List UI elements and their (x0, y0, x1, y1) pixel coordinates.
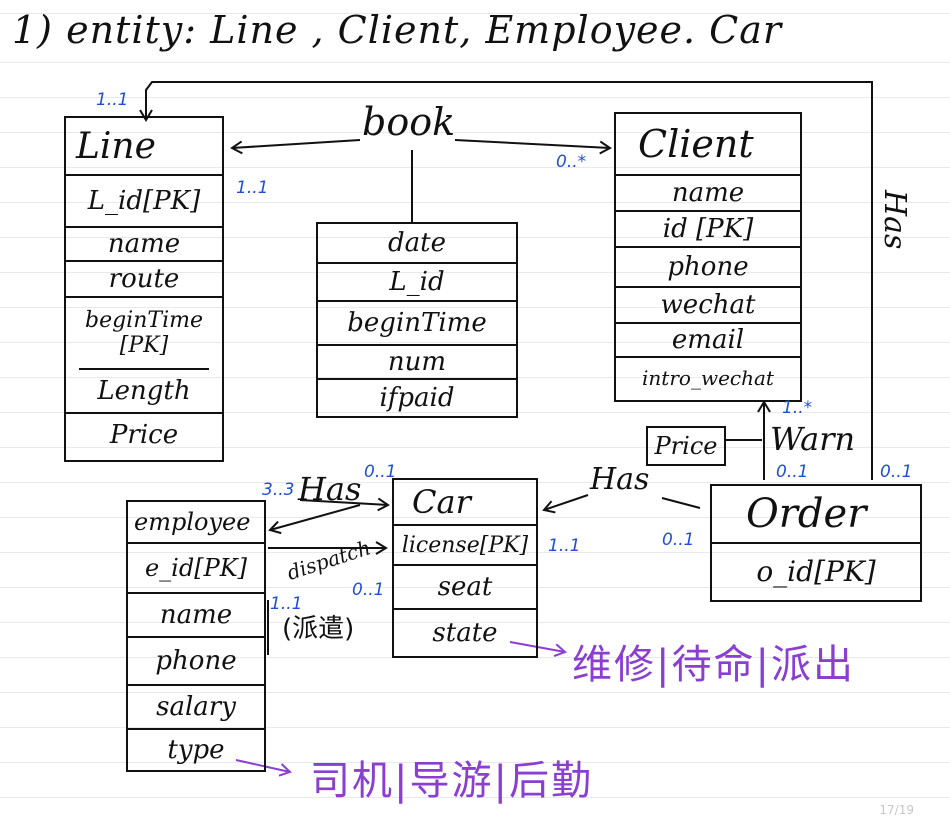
book-attr-lid: L_id (318, 264, 516, 302)
card-emp-has-car: 3..3 (262, 480, 295, 500)
client-attr-phone: phone (616, 248, 800, 288)
type-note: 司机|导游|后勤 (310, 758, 593, 804)
card-car-has-emp: 0..1 (364, 462, 397, 482)
line-attr-begintime: beginTime [PK] (79, 298, 209, 370)
book-attr-ifpaid: ifpaid (379, 383, 455, 413)
relationship-book-attributes: date L_id beginTime num ifpaid (316, 222, 518, 418)
card-emp-dispatch: 1..1 (270, 594, 303, 614)
relationship-book-label: book (362, 100, 456, 144)
employee-attr-phone: phone (128, 638, 264, 686)
card-client-warn: 1..* (782, 398, 813, 418)
client-attr-name: name (616, 176, 800, 212)
entity-client-title: Client (616, 114, 800, 176)
entity-car-title: Car (394, 480, 536, 526)
card-car-has-order: 1..1 (548, 536, 581, 556)
card-car-dispatch: 0..1 (352, 580, 385, 600)
entity-line-title: Line (66, 118, 222, 176)
order-attr-oid: o_id[PK] (756, 555, 876, 588)
card-line-book: 1..1 (236, 178, 269, 198)
line-attr-length: Length (66, 370, 222, 414)
client-attr-intro-wechat: intro_wechat (642, 366, 774, 390)
entity-employee-title: employee (128, 502, 264, 544)
entity-order-title: Order (712, 486, 920, 544)
warn-price-box: Price (646, 426, 726, 466)
entity-employee: employee e_id[PK] name phone salary type (126, 500, 266, 772)
car-attr-seat: seat (394, 566, 536, 610)
relationship-has-right-label: Has (877, 190, 912, 250)
warn-price-label: Price (654, 432, 718, 460)
car-attr-state: state (432, 617, 498, 648)
client-attr-wechat: wechat (616, 288, 800, 324)
car-attr-license: license[PK] (394, 526, 536, 566)
relationship-has-car-label: Has (590, 462, 650, 497)
line-attr-name: name (66, 228, 222, 262)
employee-attr-salary: salary (128, 686, 264, 730)
entity-car: Car license[PK] seat state (392, 478, 538, 658)
entity-order: Order o_id[PK] (710, 484, 922, 602)
relationship-has-employee-label: Has (298, 470, 362, 508)
book-attr-begintime: beginTime (318, 302, 516, 346)
client-attr-id: id [PK] (616, 212, 800, 248)
employee-attr-eid: e_id[PK] (128, 544, 264, 594)
employee-attr-name: name (128, 594, 264, 638)
card-order-has-car: 0..1 (662, 530, 695, 550)
book-attr-date: date (318, 224, 516, 264)
book-attr-num: num (318, 346, 516, 380)
card-client-book: 0..* (556, 152, 587, 172)
relationship-warn-label: Warn (770, 420, 856, 458)
line-attr-price: Price (109, 420, 179, 450)
page-number: 17/19 (879, 803, 914, 817)
line-attr-lid: L_id[PK] (66, 176, 222, 228)
employee-attr-type: type (167, 735, 225, 765)
card-order-has-right: 0..1 (880, 462, 913, 482)
entity-client: Client name id [PK] phone wechat email i… (614, 112, 802, 402)
card-order-warn: 0..1 (776, 462, 809, 482)
card-line-top: 1..1 (96, 90, 129, 110)
line-attr-route: route (66, 262, 222, 298)
client-attr-email: email (616, 324, 800, 358)
entity-line: Line L_id[PK] name route beginTime [PK] … (64, 116, 224, 462)
state-note: 维修|待命|派出 (572, 642, 855, 688)
